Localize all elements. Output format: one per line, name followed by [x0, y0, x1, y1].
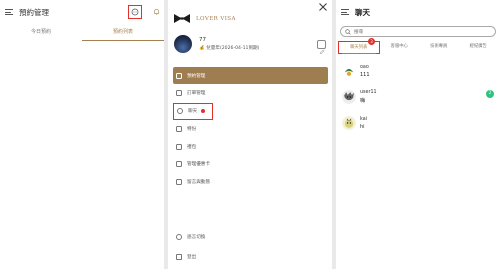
- menu-item-label: 特份: [187, 126, 197, 132]
- tab-today[interactable]: 今日預約: [0, 26, 82, 41]
- chat-tabs: 聊天列表 3 客服中心 技術專員 經紀廣告: [338, 38, 499, 54]
- menu-item-reservation[interactable]: 預約管理: [173, 67, 328, 84]
- card-icon: [176, 161, 182, 168]
- globe-icon: [176, 234, 182, 240]
- menu-item-label: 留言與動態: [187, 180, 210, 186]
- logout-button[interactable]: 登出: [176, 254, 196, 260]
- avatar: [342, 90, 356, 104]
- conversation-message: hi: [360, 123, 365, 130]
- logout-label: 登出: [187, 255, 197, 260]
- unread-badge: 3: [368, 38, 375, 45]
- user-membership: 💰 兌量年(2026-04-11到期): [199, 46, 260, 51]
- tab-label: 聊天列表: [350, 45, 368, 50]
- tab-reservation-list[interactable]: 預約列表: [82, 26, 164, 41]
- page-title: 預約管理: [19, 7, 49, 17]
- user-name: 77: [199, 37, 206, 43]
- reservation-tabs: 今日預約 預約列表: [0, 26, 164, 41]
- box-icon: [176, 125, 182, 132]
- conversation-message: 111: [360, 71, 370, 78]
- menu-item-orders[interactable]: 訂單管理: [173, 85, 328, 102]
- conversation-name: kai: [360, 116, 367, 122]
- conversation-name: oao: [360, 64, 369, 70]
- brand-name: LOVER VISA: [196, 15, 236, 22]
- menu-item-label: 管理優惠卡: [187, 162, 210, 168]
- search-placeholder: 搜尋: [354, 29, 364, 35]
- chat-icon: [177, 108, 183, 115]
- menu-item-special[interactable]: 特份: [173, 120, 328, 137]
- tab-agency-ads[interactable]: 經紀廣告: [459, 41, 499, 54]
- reservation-panel: 預約管理 今日預約 預約列表: [0, 0, 164, 269]
- menu-item-label: 預約管理: [187, 73, 206, 79]
- conversation-name: user11: [360, 90, 377, 95]
- brand-logo: LOVER VISA: [174, 14, 236, 23]
- chat-panel: 聊天 搜尋 聊天列表 3 客服中心 技術專員 經紀廣告 oao 111 user…: [336, 0, 500, 269]
- menu-item-coupon[interactable]: 管理優惠卡: [173, 156, 328, 173]
- notification-dot: [201, 109, 206, 114]
- bell-icon[interactable]: [149, 5, 163, 19]
- menu-item-chat[interactable]: 聊天: [173, 102, 213, 120]
- conversation-item[interactable]: oao 111: [336, 58, 500, 84]
- conversation-message: 嗨: [360, 98, 366, 104]
- menu-item-comments[interactable]: 留言與動態: [173, 174, 328, 191]
- close-icon[interactable]: [318, 2, 328, 12]
- unread-badge: 2: [486, 90, 494, 98]
- comment-icon: [176, 179, 182, 186]
- logout-icon: [176, 254, 182, 260]
- side-drawer: LOVER VISA 77 💰 兌量年(2026-04-11到期) 預約管理 訂…: [168, 0, 332, 269]
- language-switch[interactable]: 語言切換: [176, 234, 205, 240]
- menu-item-label: 禮包: [187, 144, 197, 150]
- screen: 預約管理 今日預約 預約列表 LOVER VISA 77 💰 兌量年(2026-…: [0, 0, 500, 269]
- avatar: [342, 116, 356, 130]
- chat-icon[interactable]: [128, 5, 142, 19]
- tab-customer-service[interactable]: 客服中心: [380, 41, 420, 54]
- order-icon: [176, 90, 182, 97]
- page-title: 聊天: [355, 7, 370, 17]
- menu-item-gift[interactable]: 禮包: [173, 138, 328, 155]
- bowtie-icon: [174, 14, 190, 23]
- drawer-menu: 預約管理 訂單管理 聊天 特份 禮包 管理優惠卡 留言與動態: [173, 67, 328, 192]
- conversation-item[interactable]: user11 嗨 2: [336, 84, 500, 110]
- chat-header: 聊天: [336, 0, 500, 24]
- avatar: [342, 64, 356, 78]
- tab-chat-list[interactable]: 聊天列表 3: [338, 38, 380, 54]
- reservation-header: 預約管理: [0, 0, 164, 24]
- menu-icon[interactable]: [341, 9, 349, 15]
- menu-item-label: 訂單管理: [187, 91, 206, 97]
- search-input[interactable]: 搜尋: [340, 26, 496, 37]
- gift-icon: [176, 143, 182, 150]
- tab-tech-support[interactable]: 技術專員: [419, 41, 459, 54]
- conversation-list: oao 111 user11 嗨 2 kai hi: [336, 58, 500, 136]
- language-label: 語言切換: [187, 235, 206, 240]
- edit-icon[interactable]: [317, 40, 326, 54]
- menu-item-label: 聊天: [188, 109, 198, 115]
- avatar[interactable]: [174, 35, 192, 53]
- calendar-icon: [176, 72, 182, 79]
- search-icon: [345, 28, 351, 35]
- menu-icon[interactable]: [5, 9, 13, 15]
- conversation-item[interactable]: kai hi: [336, 110, 500, 136]
